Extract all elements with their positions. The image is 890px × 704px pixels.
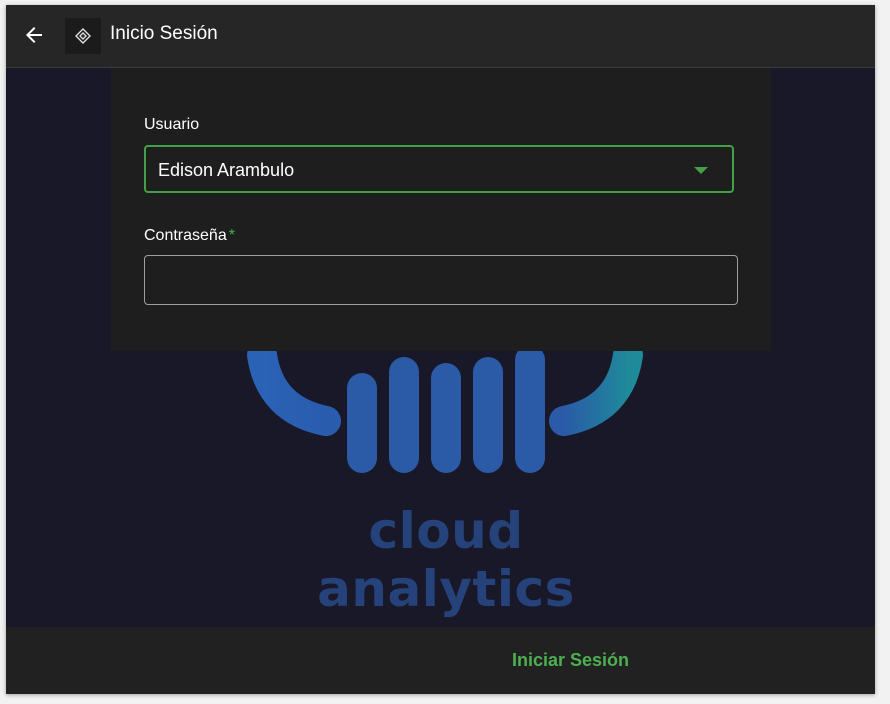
required-mark: * [228, 227, 235, 244]
app-window: cloud analytics Inicio Sesión Usuario Ed… [6, 5, 875, 694]
dropdown-arrow-icon[interactable] [694, 167, 708, 174]
usuario-label: Usuario [144, 116, 200, 133]
page-title: Inicio Sesión [110, 23, 218, 44]
brand-text: cloud analytics [317, 502, 575, 618]
top-app-bar: Inicio Sesión [6, 5, 875, 68]
app-logo-icon [75, 28, 91, 44]
password-field[interactable] [144, 255, 738, 305]
footer-bar: Iniciar Sesión [6, 627, 875, 694]
login-button[interactable]: Iniciar Sesión [496, 643, 645, 677]
login-form-card: Usuario Edison Arambulo Contraseña * [111, 68, 771, 351]
usuario-selected-value: Edison Arambulo [158, 160, 295, 180]
app-logo [65, 18, 101, 54]
contrasena-label-text: Contraseña [144, 227, 227, 244]
back-button[interactable] [18, 19, 50, 51]
arrow-left-icon [26, 27, 42, 43]
contrasena-label: Contraseña * [144, 227, 235, 245]
usuario-select[interactable]: Edison Arambulo [144, 145, 734, 193]
